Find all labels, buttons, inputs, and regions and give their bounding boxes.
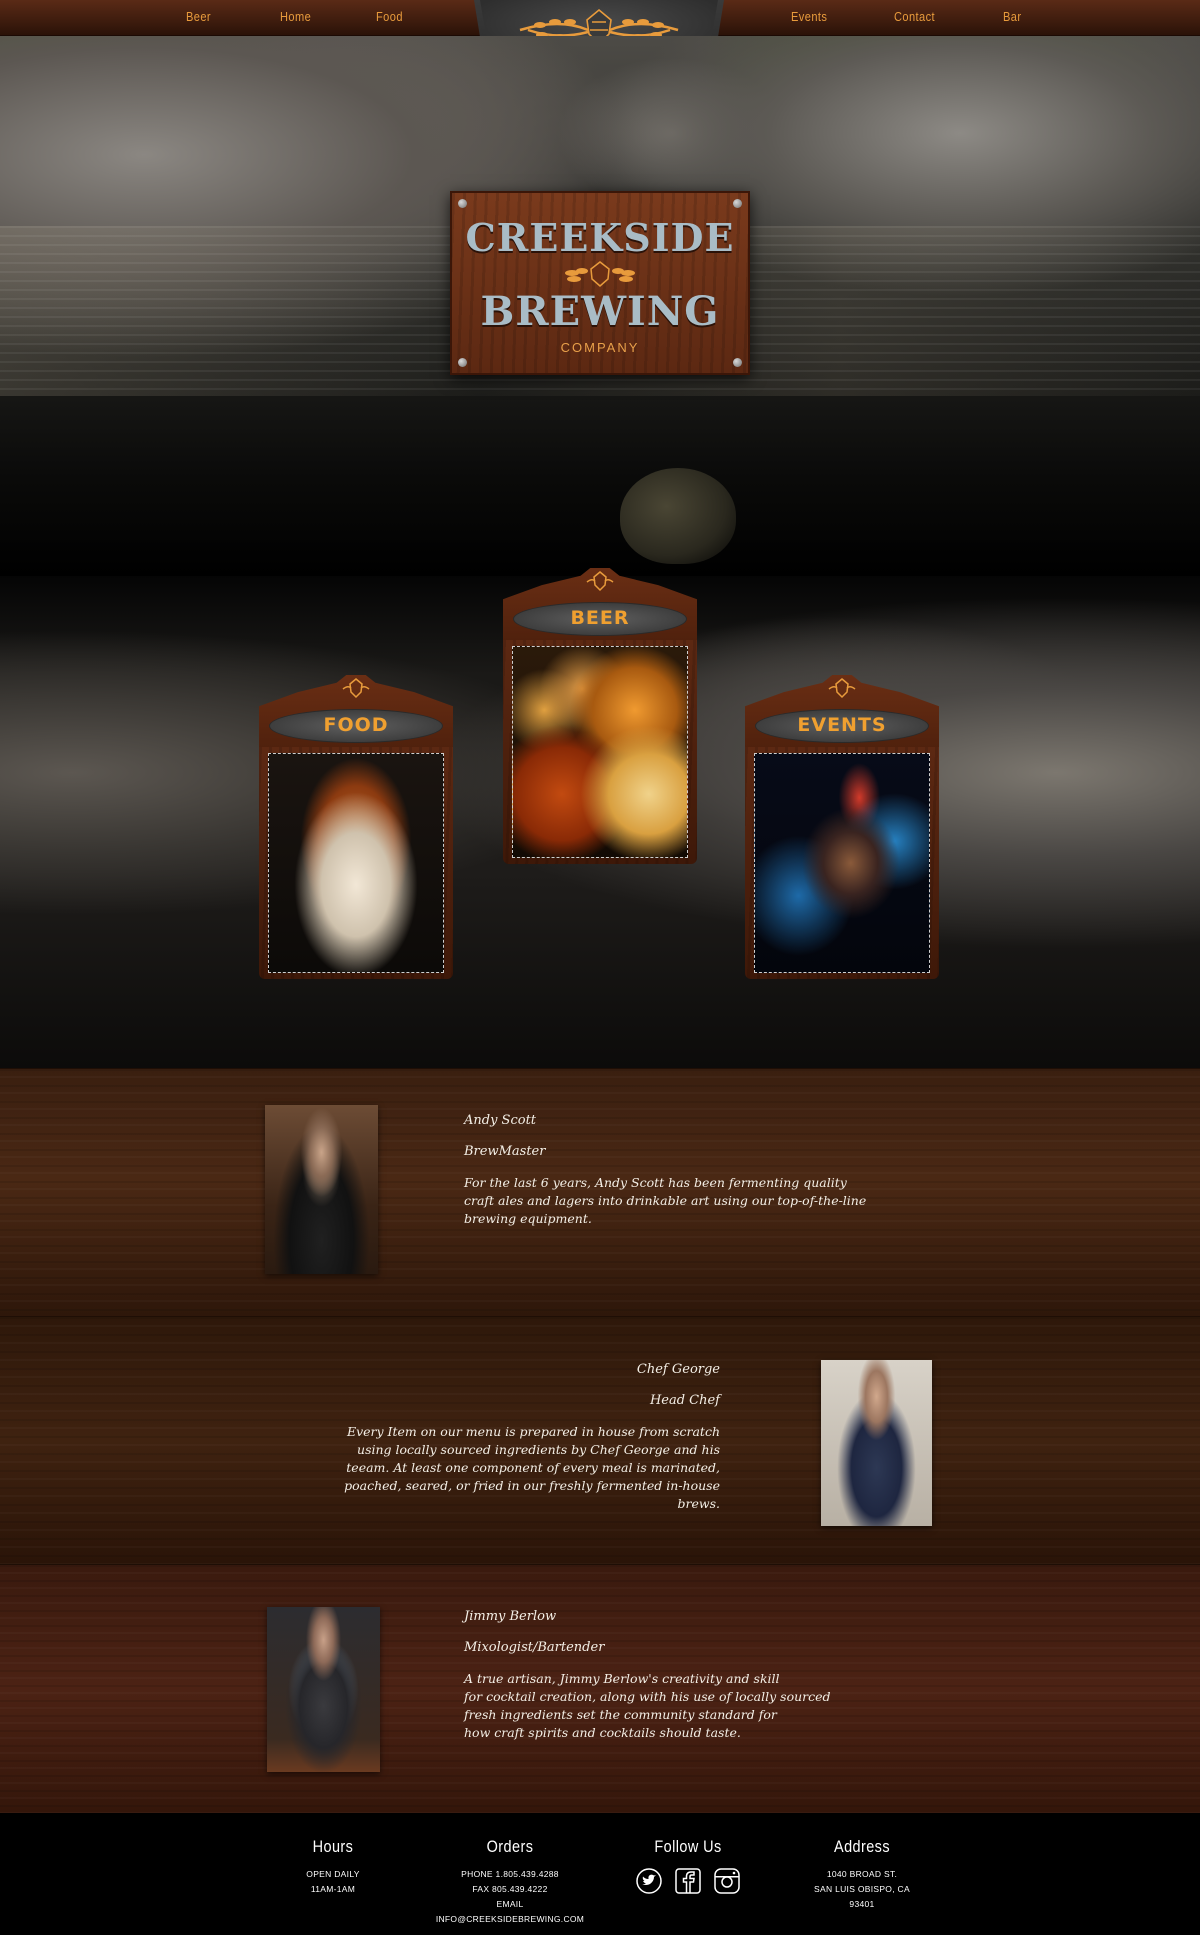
site-footer: Hours Open Daily 11am-1am Orders Phone 1… (0, 1813, 1200, 1935)
rivet-icon (458, 358, 467, 367)
hop-icon (342, 678, 370, 699)
beer-flight-photo (512, 646, 688, 858)
card-body (745, 747, 939, 979)
staff-name: Jimmy Berlow (464, 1609, 557, 1624)
staff-role: Head Chef (649, 1393, 720, 1408)
card-beer[interactable]: BEER (503, 568, 697, 872)
footer-text: Email (496, 1899, 524, 1909)
instagram-icon[interactable] (713, 1867, 741, 1895)
footer-follow: Follow Us (618, 1837, 758, 1895)
card-label: EVENTS (797, 714, 887, 736)
staff-bio-block: Andy Scott BrewMaster For the last 6 yea… (464, 1112, 884, 1228)
footer-text: Open Daily (306, 1869, 360, 1879)
hop-icon (586, 571, 614, 592)
andy-scott-photo (265, 1105, 378, 1274)
hop-icon (828, 678, 856, 699)
jimmy-berlow-photo (267, 1607, 380, 1772)
logo-word-brewing: BREWING (480, 288, 720, 335)
card-food[interactable]: FOOD (259, 675, 453, 979)
card-label: FOOD (323, 714, 389, 736)
footer-text: 11am-1am (310, 1884, 356, 1894)
staff-section-andy: Andy Scott BrewMaster For the last 6 yea… (0, 1068, 1200, 1316)
staff-section-george: Chef George Head Chef Every Item on our … (0, 1316, 1200, 1564)
facebook-icon[interactable] (674, 1867, 702, 1895)
staff-bio: Every Item on our menu is prepared in ho… (344, 1424, 720, 1511)
footer-phone: Phone 1.805.439.4288 (461, 1869, 559, 1879)
staff-bio-block: Jimmy Berlow Mixologist/Bartender A true… (464, 1608, 884, 1742)
card-label: BEER (570, 607, 630, 629)
staff-role: BrewMaster (464, 1144, 546, 1159)
card-events[interactable]: EVENTS (745, 675, 939, 979)
footer-text: San Luis Obispo, CA (814, 1884, 910, 1894)
nav-link-events[interactable]: Events (791, 9, 827, 24)
staff-role: Mixologist/Bartender (464, 1640, 605, 1655)
brand-logo-sign[interactable]: CREEKSIDE BREWING COMPANY (450, 191, 750, 375)
footer-heading: Address (834, 1837, 890, 1856)
footer-heading: Hours (312, 1837, 354, 1856)
hop-wheat-icon (565, 261, 635, 287)
nav-link-food[interactable]: Food (376, 9, 403, 24)
footer-heading: Orders (486, 1837, 534, 1856)
burger-photo (268, 753, 444, 973)
live-band-photo (754, 753, 930, 973)
card-body (503, 640, 697, 864)
footer-heading: Follow Us (654, 1837, 722, 1856)
staff-bio: A true artisan, Jimmy Berlow's creativit… (464, 1671, 831, 1740)
duck-silhouette (620, 468, 736, 564)
footer-address: Address 1040 Broad St. San Luis Obispo, … (792, 1837, 932, 1912)
chef-george-photo (821, 1360, 932, 1526)
footer-hours: Hours Open Daily 11am-1am (273, 1837, 393, 1897)
rivet-icon (458, 199, 467, 208)
staff-bio-block: Chef George Head Chef Every Item on our … (300, 1361, 720, 1513)
staff-name: Andy Scott (464, 1113, 537, 1128)
footer-text: 1040 Broad St. (826, 1869, 898, 1879)
logo-word-creekside: CREEKSIDE (465, 215, 735, 260)
footer-email-link[interactable]: info@creeksidebrewing.com (420, 1912, 600, 1927)
nav-link-home[interactable]: Home (280, 9, 311, 24)
logo-word-company: COMPANY (560, 340, 640, 355)
nav-link-contact[interactable]: Contact (894, 9, 935, 24)
staff-section-jimmy: Jimmy Berlow Mixologist/Bartender A true… (0, 1564, 1200, 1813)
footer-text: 93401 (849, 1899, 875, 1909)
footer-orders: Orders Phone 1.805.439.4288 Fax 805.439.… (420, 1837, 600, 1927)
nav-link-bar[interactable]: Bar (1003, 9, 1021, 24)
footer-fax: Fax 805.439.4222 (472, 1884, 548, 1894)
rivet-icon (733, 358, 742, 367)
staff-bio: For the last 6 years, Andy Scott has bee… (464, 1175, 867, 1226)
twitter-icon[interactable] (635, 1867, 663, 1895)
nav-link-beer[interactable]: Beer (186, 9, 211, 24)
card-body (259, 747, 453, 979)
rivet-icon (733, 199, 742, 208)
staff-name: Chef George (636, 1362, 720, 1377)
